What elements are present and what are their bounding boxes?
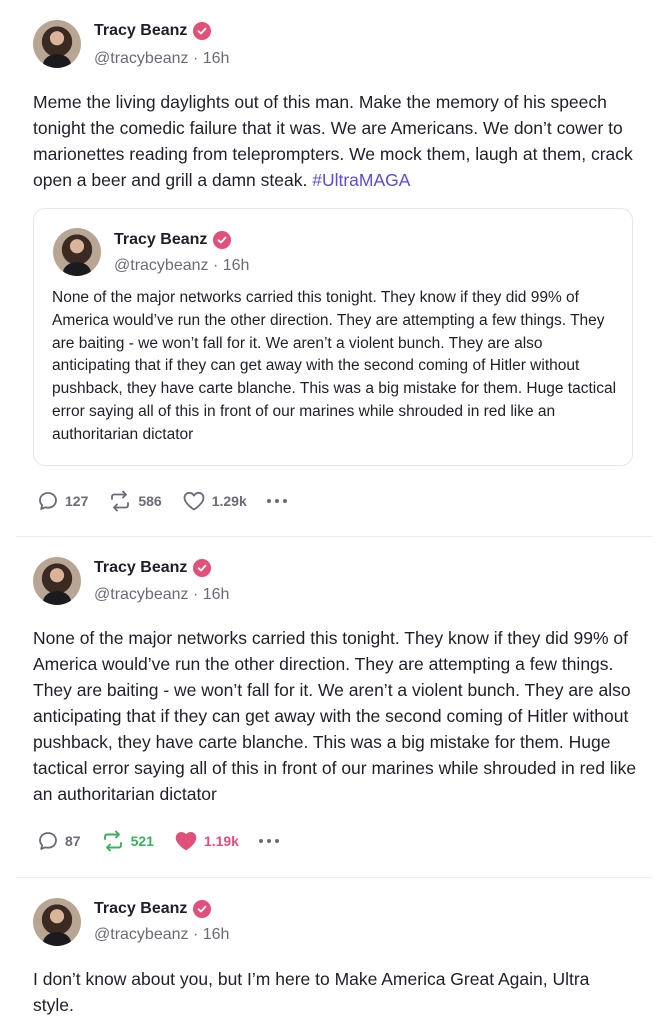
post-actions: 87 521 1.19k: [37, 830, 279, 852]
like-count: 1.29k: [211, 493, 247, 509]
post-text: None of the major networks carried this …: [33, 628, 637, 804]
author-name[interactable]: Tracy Beanz: [94, 900, 187, 918]
heart-icon: [183, 491, 205, 511]
reply-button[interactable]: 87: [37, 830, 81, 852]
repost-icon: [103, 830, 122, 852]
repost-count: 586: [138, 493, 162, 509]
reply-icon: [39, 832, 57, 850]
avatar[interactable]: [33, 898, 81, 946]
verified-badge-icon: [193, 22, 212, 40]
more-options-icon[interactable]: [266, 499, 287, 503]
reply-button[interactable]: 127: [37, 490, 88, 512]
author-handle: @tracybeanz · 16h: [94, 926, 230, 943]
hashtag-link[interactable]: #UltraMAGA: [312, 170, 410, 190]
post-actions: 127 586 1.29k: [37, 490, 287, 512]
verified-badge-icon: [213, 231, 232, 249]
author-name[interactable]: Tracy Beanz: [114, 231, 207, 249]
post-2: Tracy Beanz @tracybeanz · 16h None of th…: [0, 537, 666, 877]
post-1: Tracy Beanz @tracybeanz · 16h Meme the l…: [0, 0, 666, 536]
author-row: Tracy Beanz: [94, 900, 212, 918]
quoted-post[interactable]: Tracy Beanz @tracybeanz · 16h None of th…: [33, 208, 633, 466]
reply-count: 127: [65, 493, 89, 509]
reply-icon: [39, 492, 57, 510]
repost-button[interactable]: 586: [108, 490, 162, 512]
post-3: Tracy Beanz @tracybeanz · 16h I don’t kn…: [0, 878, 666, 1024]
more-options-icon[interactable]: [258, 839, 279, 843]
author-row: Tracy Beanz: [94, 559, 212, 577]
avatar[interactable]: [33, 557, 81, 605]
author-name[interactable]: Tracy Beanz: [94, 22, 187, 40]
reply-count: 87: [65, 833, 81, 849]
author-handle: @tracybeanz · 16h: [94, 50, 230, 67]
post-text: Meme the living daylights out of this ma…: [33, 89, 643, 193]
avatar[interactable]: [53, 228, 101, 276]
author-handle: @tracybeanz · 16h: [94, 586, 230, 603]
like-button[interactable]: 1.29k: [182, 490, 247, 512]
author-name[interactable]: Tracy Beanz: [94, 559, 187, 577]
like-button[interactable]: 1.19k: [174, 830, 239, 852]
repost-icon: [111, 490, 130, 512]
post-text: I don’t know about you, but I’m here to …: [33, 969, 590, 1015]
verified-badge-icon: [193, 900, 212, 918]
repost-count: 521: [130, 833, 154, 849]
author-handle: @tracybeanz · 16h: [114, 257, 250, 274]
quoted-post-text: None of the major networks carried this …: [52, 289, 617, 443]
author-row: Tracy Beanz: [114, 231, 232, 249]
repost-button[interactable]: 521: [101, 830, 154, 852]
heart-icon: [175, 832, 197, 851]
author-row: Tracy Beanz: [94, 22, 212, 40]
verified-badge-icon: [193, 559, 212, 577]
like-count: 1.19k: [203, 833, 239, 849]
avatar[interactable]: [33, 20, 81, 68]
